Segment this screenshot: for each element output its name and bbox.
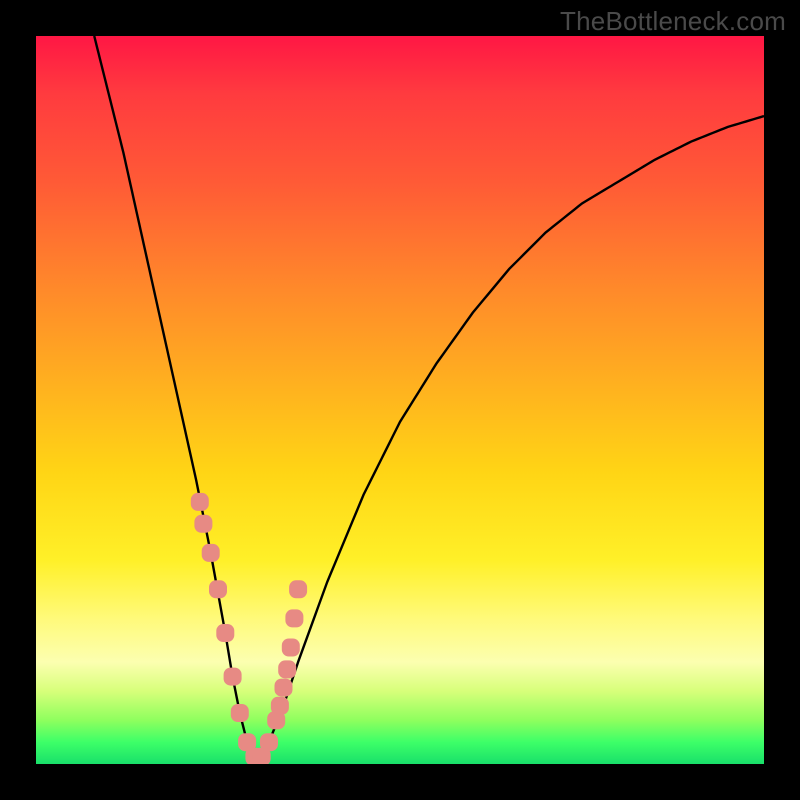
watermark-text: TheBottleneck.com [560, 6, 786, 37]
marker-point [285, 609, 303, 627]
marker-point [282, 639, 300, 657]
chart-frame: TheBottleneck.com [0, 0, 800, 800]
marker-point [202, 544, 220, 562]
marker-point [278, 660, 296, 678]
near-optimum-markers [191, 493, 307, 764]
marker-point [231, 704, 249, 722]
marker-point [260, 733, 278, 751]
marker-point [224, 668, 242, 686]
marker-point [209, 580, 227, 598]
marker-point [289, 580, 307, 598]
marker-point [271, 697, 289, 715]
chart-svg [36, 36, 764, 764]
bottleneck-curve [94, 36, 764, 757]
marker-point [194, 515, 212, 533]
plot-area [36, 36, 764, 764]
marker-point [275, 679, 293, 697]
marker-point [191, 493, 209, 511]
marker-point [216, 624, 234, 642]
